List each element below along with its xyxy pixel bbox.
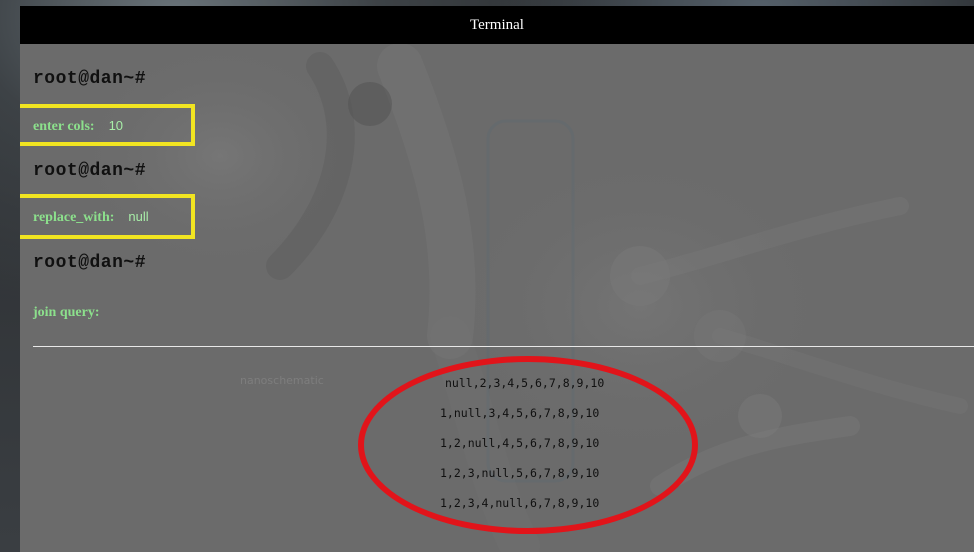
prompt-line-3: root@dan~#: [33, 253, 147, 273]
prompt-line-2: root@dan~#: [33, 161, 147, 181]
cols-label: enter cols:: [33, 119, 95, 134]
prompt-line-1: root@dan~#: [33, 69, 147, 89]
svg-text:nanoschematic: nanoschematic: [240, 374, 324, 387]
replace-label: replace_with:: [33, 210, 115, 225]
join-query-label: join query:: [33, 305, 100, 320]
window-titlebar: Terminal: [20, 6, 974, 44]
replace-input[interactable]: null: [128, 209, 148, 224]
join-query-row: join query:: [33, 305, 100, 321]
replace-field-row[interactable]: replace_with: null: [33, 209, 149, 226]
terminal-window: nanoschematic Terminal root@dan~# enter …: [20, 6, 974, 552]
output-divider: [33, 346, 974, 347]
cols-input[interactable]: 10: [109, 118, 123, 133]
desktop-background: nanoschematic Terminal root@dan~# enter …: [0, 0, 974, 552]
cols-field-row[interactable]: enter cols: 10: [33, 118, 123, 135]
annotation-ellipse: [358, 356, 698, 534]
